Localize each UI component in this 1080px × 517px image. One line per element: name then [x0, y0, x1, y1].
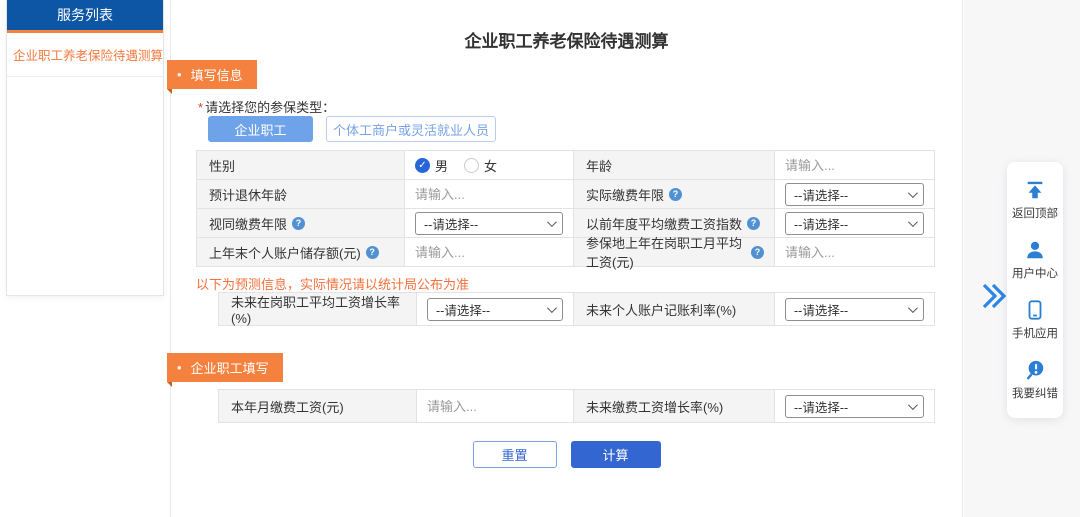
help-icon[interactable]: ?: [366, 246, 379, 259]
chevron-down-icon: [908, 188, 918, 198]
radio-checked-icon: ✓: [415, 158, 430, 173]
error-report-icon: [1024, 359, 1046, 381]
account-balance-field-label: 上年末个人账户储存额(元)?: [197, 238, 405, 267]
age-cell: [775, 151, 935, 180]
company-fill-table: 本年月缴费工资(元) 未来缴费工资增长率(%) --请选择--: [218, 389, 935, 423]
basic-info-table: 性别 ✓ 男 女 年龄 预计退休年龄 实际缴费年限? --请选择-- 视同缴费年…: [196, 150, 935, 267]
future-payment-growth-field-label: 未来缴费工资增长率(%): [574, 390, 775, 423]
user-center-button[interactable]: 用户中心: [1007, 230, 1063, 290]
deemed-years-select[interactable]: --请选择--: [415, 212, 563, 235]
current-wage-cell: [417, 390, 574, 423]
insured-type-company-button[interactable]: 企业职工: [208, 116, 313, 142]
future-account-rate-select[interactable]: --请选择--: [785, 298, 924, 321]
sidebar-header: 服务列表: [7, 0, 163, 33]
back-to-top-icon: [1024, 179, 1046, 201]
phone-icon: [1024, 299, 1046, 321]
local-avg-wage-cell: [775, 238, 935, 267]
actual-years-field-label: 实际缴费年限?: [574, 180, 775, 209]
forecast-notice: 以下为预测信息，实际情况请以统计局公布为准: [196, 274, 469, 293]
error-report-button[interactable]: 我要纠错: [1007, 350, 1063, 410]
account-balance-input[interactable]: [415, 245, 540, 260]
wage-index-select[interactable]: --请选择--: [785, 212, 924, 235]
local-avg-wage-input[interactable]: [785, 245, 910, 260]
float-item-label: 手机应用: [1012, 325, 1058, 341]
help-icon[interactable]: ?: [669, 188, 682, 201]
calculate-button[interactable]: 计算: [571, 441, 661, 468]
wage-index-cell: --请选择--: [775, 209, 935, 238]
insured-type-buttons: 企业职工 个体工商户或灵活就业人员: [208, 116, 496, 142]
mobile-app-button[interactable]: 手机应用: [1007, 290, 1063, 350]
help-icon[interactable]: ?: [292, 217, 305, 230]
future-account-rate-cell: --请选择--: [775, 293, 935, 326]
retire-age-input[interactable]: [415, 187, 540, 202]
local-avg-wage-field-label: 参保地上年在岗职工月平均工资(元)?: [574, 238, 775, 267]
gender-male-radio[interactable]: ✓ 男: [415, 156, 448, 175]
chevron-down-icon: [908, 400, 918, 410]
age-input[interactable]: [785, 158, 910, 173]
bullet-icon: •: [177, 361, 182, 374]
back-to-top-button[interactable]: 返回顶部: [1007, 170, 1063, 230]
chevron-down-icon: [908, 217, 918, 227]
section-badge-label: 填写信息: [191, 65, 243, 84]
current-wage-field-label: 本年月缴费工资(元): [219, 390, 417, 423]
future-account-rate-field-label: 未来个人账户记账利率(%): [574, 293, 775, 326]
future-wage-growth-select[interactable]: --请选择--: [427, 298, 563, 321]
future-wage-growth-field-label: 未来在岗职工平均工资增长率(%): [219, 293, 417, 326]
actual-years-cell: --请选择--: [775, 180, 935, 209]
service-sidebar: 服务列表 企业职工养老保险待遇测算: [6, 0, 164, 296]
retire-age-field-label: 预计退休年龄: [197, 180, 405, 209]
section-badge-label: 企业职工填写: [191, 358, 269, 377]
double-chevron-right-icon: [981, 281, 1007, 311]
deemed-years-field-label: 视同缴费年限?: [197, 209, 405, 238]
sidebar-item-pension-calc[interactable]: 企业职工养老保险待遇测算: [7, 33, 163, 77]
float-menu: 返回顶部 用户中心 手机应用 我要纠错: [1007, 162, 1063, 418]
section-badge-fill-info: • 填写信息: [167, 60, 257, 89]
actual-years-select[interactable]: --请选择--: [785, 183, 924, 206]
expand-chevron-button[interactable]: [981, 281, 1007, 311]
future-payment-growth-cell: --请选择--: [775, 390, 935, 423]
help-icon[interactable]: ?: [751, 246, 764, 259]
account-balance-cell: [405, 238, 574, 267]
chevron-down-icon: [547, 303, 557, 313]
float-item-label: 用户中心: [1012, 265, 1058, 281]
float-item-label: 返回顶部: [1012, 205, 1058, 221]
chevron-down-icon: [908, 303, 918, 313]
future-payment-growth-select[interactable]: --请选择--: [785, 395, 924, 418]
user-icon: [1024, 239, 1046, 261]
insured-type-flexible-button[interactable]: 个体工商户或灵活就业人员: [326, 116, 496, 142]
page-title: 企业职工养老保险待遇测算: [171, 27, 962, 52]
gender-male-label: 男: [435, 156, 448, 175]
forecast-table: 未来在岗职工平均工资增长率(%) --请选择-- 未来个人账户记账利率(%) -…: [218, 292, 935, 326]
float-item-label: 我要纠错: [1012, 385, 1058, 401]
insured-type-label: *请选择您的参保类型：: [198, 97, 335, 116]
deemed-years-cell: --请选择--: [405, 209, 574, 238]
required-mark: *: [198, 100, 203, 115]
reset-button[interactable]: 重置: [473, 441, 557, 468]
bullet-icon: •: [177, 68, 182, 81]
gender-female-radio[interactable]: 女: [464, 156, 497, 175]
gender-radio-group: ✓ 男 女: [405, 151, 574, 180]
current-wage-input[interactable]: [427, 399, 552, 414]
chevron-down-icon: [547, 217, 557, 227]
retire-age-cell: [405, 180, 574, 209]
gender-female-label: 女: [484, 156, 497, 175]
age-field-label: 年龄: [574, 151, 775, 180]
form-actions: 重置 计算: [171, 441, 962, 468]
radio-unchecked-icon: [464, 158, 479, 173]
future-wage-growth-cell: --请选择--: [417, 293, 574, 326]
gender-field-label: 性别: [197, 151, 405, 180]
main-content: 企业职工养老保险待遇测算 • 填写信息 *请选择您的参保类型： 企业职工 个体工…: [170, 0, 963, 517]
help-icon[interactable]: ?: [747, 217, 760, 230]
section-badge-company-fill: • 企业职工填写: [167, 353, 283, 382]
